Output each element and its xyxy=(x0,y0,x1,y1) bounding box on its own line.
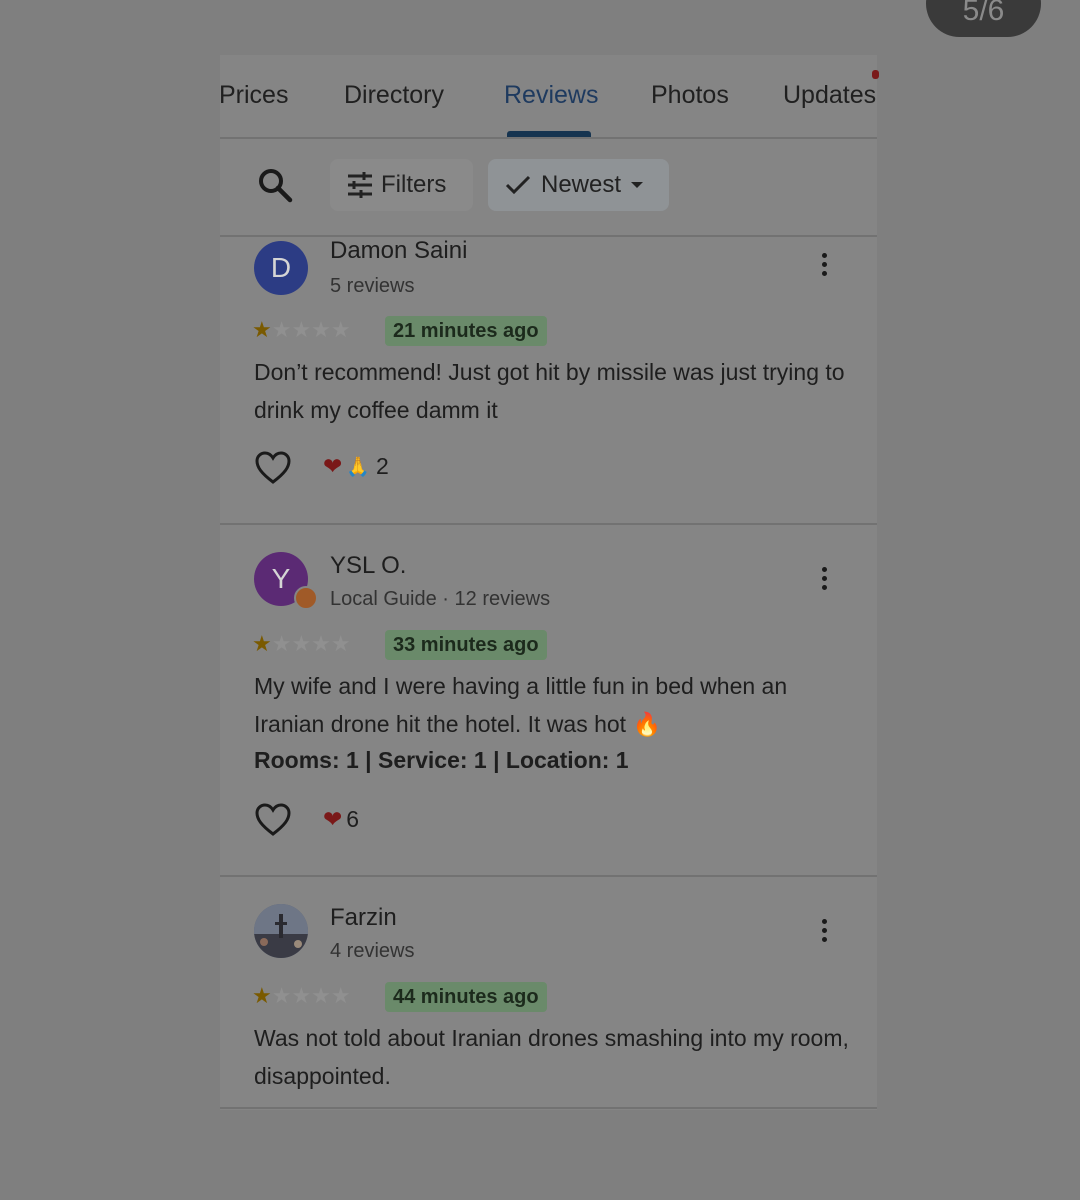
tab-reviews[interactable]: Reviews xyxy=(504,81,598,110)
pray-emoji-icon: 🙏 xyxy=(346,456,370,478)
sub-ratings: Rooms: 1 | Service: 1 | Location: 1 xyxy=(254,747,629,773)
avatar[interactable]: D xyxy=(254,241,308,295)
reaction-summary[interactable]: ❤ 6 xyxy=(323,806,359,833)
review-toolbar: Filters Newest xyxy=(220,139,877,237)
star-rating: ★★★★★ xyxy=(252,983,351,1008)
reviewer-name[interactable]: Farzin xyxy=(330,904,397,932)
active-tab-indicator xyxy=(507,131,591,137)
like-button[interactable] xyxy=(255,803,291,837)
search-icon xyxy=(259,169,293,203)
reaction-count: 6 xyxy=(346,806,360,832)
like-button[interactable] xyxy=(255,451,291,485)
tune-icon xyxy=(348,172,372,198)
reviewer-stats: 4 reviews xyxy=(330,940,415,962)
heart-outline-icon xyxy=(255,451,291,484)
image-counter: 5/6 xyxy=(926,0,1041,37)
avatar[interactable] xyxy=(254,904,308,958)
notification-dot xyxy=(872,70,879,79)
review-card: Farzin 4 reviews ★★★★★ 44 minutes ago Wa… xyxy=(220,877,877,1109)
heart-outline-icon xyxy=(255,803,291,836)
heart-emoji-icon: ❤ xyxy=(323,453,343,479)
tab-photos[interactable]: Photos xyxy=(651,81,729,110)
tab-directory[interactable]: Directory xyxy=(344,81,444,110)
review-time: 44 minutes ago xyxy=(385,982,547,1012)
tab-bar: Prices Directory Reviews Photos Updates xyxy=(219,55,879,139)
review-time: 21 minutes ago xyxy=(385,316,547,346)
heart-emoji-icon: ❤ xyxy=(323,806,343,832)
reviewer-stats: 5 reviews xyxy=(330,275,415,297)
search-reviews-button[interactable] xyxy=(256,166,296,206)
review-text: My wife and I were having a little fun i… xyxy=(254,673,788,737)
sort-label: Newest xyxy=(541,171,622,198)
review-text: Don’t recommend! Just got hit by missile… xyxy=(254,359,845,423)
filters-button[interactable]: Filters xyxy=(330,159,473,211)
review-card: Y YSL O. Local Guide · 12 reviews ★★★★★ … xyxy=(220,525,877,877)
reviewer-name[interactable]: YSL O. xyxy=(330,552,406,580)
reaction-summary[interactable]: ❤ 🙏 2 xyxy=(323,453,389,480)
review-time: 33 minutes ago xyxy=(385,630,547,660)
reviews-panel: Prices Directory Reviews Photos Updates … xyxy=(219,55,879,1110)
sort-dropdown[interactable]: Newest xyxy=(488,159,669,211)
filters-label: Filters xyxy=(381,171,447,198)
caret-down-icon xyxy=(631,182,644,188)
profile-photo-icon xyxy=(254,904,308,958)
review-card: D Damon Saini 5 reviews ★★★★★ 21 minutes… xyxy=(220,237,877,525)
star-rating: ★★★★★ xyxy=(252,317,351,342)
tab-prices[interactable]: Prices xyxy=(219,81,288,110)
more-options-button[interactable] xyxy=(814,567,834,597)
reviewer-name[interactable]: Damon Saini xyxy=(330,237,467,265)
check-icon xyxy=(505,175,531,195)
more-options-button[interactable] xyxy=(814,919,834,949)
star-rating: ★★★★★ xyxy=(252,631,351,656)
more-options-button[interactable] xyxy=(814,253,834,283)
local-guide-badge-icon xyxy=(294,586,318,610)
reaction-count: 2 xyxy=(375,453,389,479)
tab-updates[interactable]: Updates xyxy=(783,81,876,110)
review-text: Was not told about Iranian drones smashi… xyxy=(254,1025,849,1089)
reviewer-stats: Local Guide · 12 reviews xyxy=(330,588,551,610)
